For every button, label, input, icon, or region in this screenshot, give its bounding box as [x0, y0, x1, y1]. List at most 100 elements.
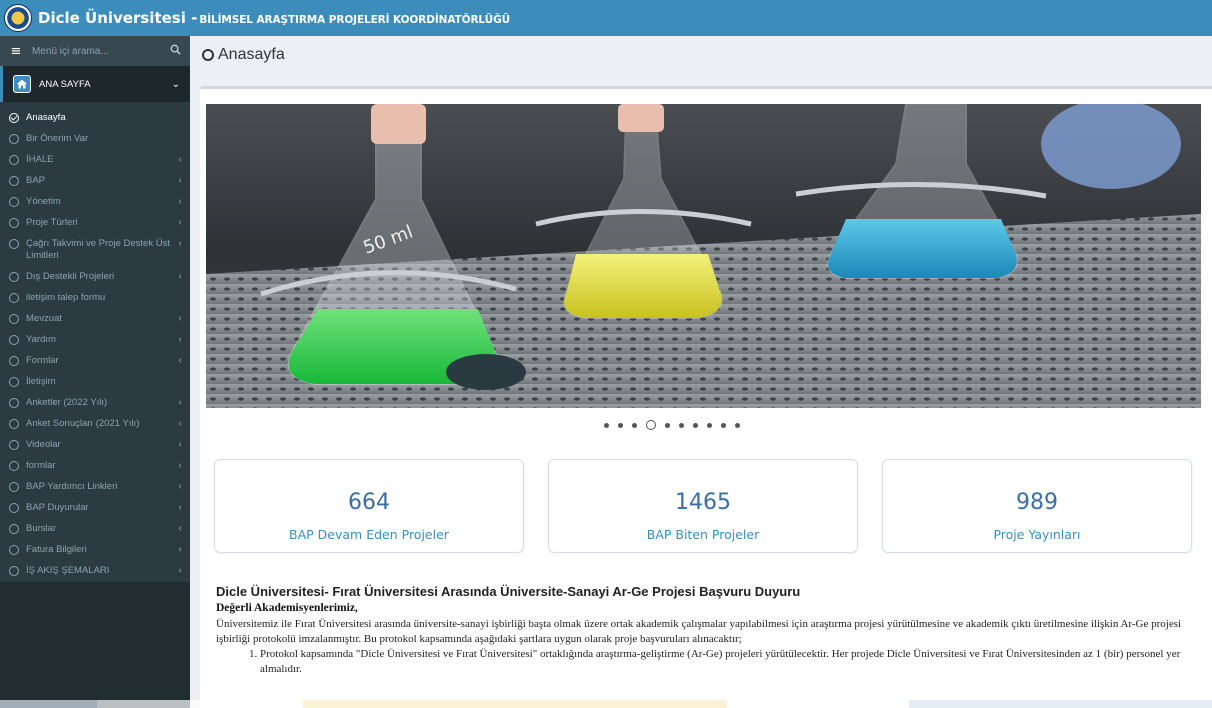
carousel-dot[interactable] [665, 422, 670, 428]
circle-icon [9, 377, 19, 387]
sidebar-item-proje-turleri[interactable]: Proje Türleri ‹ [0, 213, 190, 234]
sidebar-item-label: BAP Yardımcı Linkleri [26, 481, 118, 492]
circle-icon [9, 134, 19, 144]
sidebar-menu: Anasayfa Bir Önerim Var İHALE ‹ BAP ‹ Yöne… [0, 102, 190, 582]
sidebar-item-label: Anasayfa [26, 112, 66, 123]
sidebar-item-anasayfa[interactable]: Anasayfa [0, 108, 190, 129]
circle-icon [9, 482, 19, 492]
sidebar-item-label: Anketler (2022 Yılı) [26, 397, 108, 408]
announcement-greeting: Değerli Akademisyenlerimiz, [216, 602, 358, 614]
sidebar-item-cagri-takvimi[interactable]: Çağrı Takvimi ve Proje Destek Üst Limitl… [0, 234, 190, 267]
brand-sub: BİLİMSEL ARAŞTIRMA PROJELERİ KOORDİNATÖR… [199, 14, 511, 26]
lab-flasks-image: 50 ml [206, 104, 1201, 408]
sidebar-item-label: Dış Destekli Projeleri [26, 271, 115, 282]
sidebar-item-label: Yardım [26, 334, 56, 345]
sidebar-item-label: Burslar [26, 523, 57, 534]
page-title-text: Anasayfa [218, 46, 285, 63]
sidebar-item-formlar-2[interactable]: formlar ‹ [0, 456, 190, 477]
sidebar-item-label: iletişim talep formu [26, 292, 106, 303]
sidebar-item-bap[interactable]: BAP ‹ [0, 171, 190, 192]
stat-label: Proje Yayınları [993, 527, 1081, 542]
university-logo-icon[interactable] [4, 4, 32, 32]
chevron-left-icon: ‹ [178, 523, 182, 534]
chevron-left-icon: ‹ [178, 397, 182, 408]
chevron-left-icon: ‹ [178, 271, 182, 282]
carousel-dot[interactable] [721, 422, 726, 428]
sidebar-item-label: İHALE [26, 154, 54, 165]
chevron-left-icon: ‹ [178, 565, 182, 576]
sidebar-item-is-akis-semalari[interactable]: İŞ AKIŞ ŞEMALARI ‹ [0, 561, 190, 582]
stat-label: BAP Devam Eden Projeler [289, 527, 449, 542]
sidebar-section-ana-sayfa[interactable]: ANA SAYFA ⌄ [0, 66, 190, 102]
chevron-left-icon: ‹ [178, 313, 182, 324]
top-header: Dicle Üniversitesi - BİLİMSEL ARAŞTIRMA … [0, 0, 1212, 36]
menu-search-input[interactable] [28, 45, 164, 57]
carousel-dot[interactable] [693, 422, 698, 428]
circle-icon [9, 218, 19, 228]
main-content: Anasayfa 50 ml 664 BAP Devam Eden Projel… [190, 36, 1212, 708]
chevron-left-icon: ‹ [178, 154, 182, 165]
stat-ongoing-projects[interactable]: 664 BAP Devam Eden Projeler [214, 459, 524, 553]
circle-icon [9, 524, 19, 534]
sidebar-item-dis-destekli[interactable]: Dış Destekli Projeleri ‹ [0, 267, 190, 288]
announcement-list-item: Protokol kapsamında "Dicle Üniversitesi … [260, 647, 1206, 677]
sidebar-item-yonetim[interactable]: Yönetim ‹ [0, 192, 190, 213]
sidebar-item-anket-sonuclari-2021[interactable]: Anket Sonuçları (2021 Yılı) ‹ [0, 414, 190, 435]
stat-label: BAP Biten Projeler [646, 527, 760, 542]
carousel-dot[interactable] [632, 422, 637, 428]
circle-icon [9, 293, 19, 303]
search-icon[interactable] [164, 44, 186, 58]
sidebar-item-label: Videolar [26, 439, 61, 450]
sidebar-item-fatura-bilgileri[interactable]: Fatura Bilgileri ‹ [0, 540, 190, 561]
sidebar-item-label: Mevzuat [26, 313, 62, 324]
chevron-down-icon: ⌄ [171, 78, 180, 90]
circle-icon [9, 440, 19, 450]
sidebar-item-iletisim-talep[interactable]: iletişim talep formu [0, 288, 190, 309]
sidebar-item-videolar[interactable]: Videolar ‹ [0, 435, 190, 456]
circle-icon [9, 503, 19, 513]
sidebar-item-ihale[interactable]: İHALE ‹ [0, 150, 190, 171]
sidebar-item-mevzuat[interactable]: Mevzuat ‹ [0, 309, 190, 330]
sidebar-item-label: Yönetim [26, 196, 61, 207]
carousel-dot[interactable] [707, 422, 712, 428]
sidebar-item-formlar[interactable]: Formlar ‹ [0, 351, 190, 372]
sidebar-item-bir-onerim-var[interactable]: Bir Önerim Var [0, 129, 190, 150]
chevron-left-icon: ‹ [178, 196, 182, 207]
sidebar: ≡ ANA SAYFA ⌄ Anasayfa Bir Önerim Var İH… [0, 36, 190, 708]
sidebar-item-bap-duyurular[interactable]: BAP Duyurular ‹ [0, 498, 190, 519]
sidebar-item-label: formlar [26, 460, 56, 471]
hamburger-menu-icon[interactable]: ≡ [4, 44, 28, 59]
site-brand[interactable]: Dicle Üniversitesi - BİLİMSEL ARAŞTIRMA … [38, 9, 510, 27]
stat-completed-projects[interactable]: 1465 BAP Biten Projeler [548, 459, 858, 553]
sidebar-item-bap-yardimci-linkleri[interactable]: BAP Yardımcı Linkleri ‹ [0, 477, 190, 498]
sidebar-item-label: İŞ AKIŞ ŞEMALARI [26, 565, 110, 576]
chevron-left-icon: ‹ [178, 334, 182, 345]
sidebar-item-yardim[interactable]: Yardım ‹ [0, 330, 190, 351]
carousel-dot-active[interactable] [646, 420, 656, 430]
sidebar-item-anketler-2022[interactable]: Anketler (2022 Yılı) ‹ [0, 393, 190, 414]
carousel-dot[interactable] [618, 422, 623, 428]
sidebar-item-iletisim[interactable]: İletişim [0, 372, 190, 393]
chevron-left-icon: ‹ [178, 175, 182, 186]
sidebar-item-label: Çağrı Takvimi ve Proje Destek Üst Limitl… [26, 238, 170, 261]
sidebar-item-burslar[interactable]: Burslar ‹ [0, 519, 190, 540]
sidebar-item-label: Proje Türleri [26, 217, 78, 228]
check-circle-icon [9, 113, 19, 123]
circle-icon [9, 545, 19, 555]
stat-publications[interactable]: 989 Proje Yayınları [882, 459, 1192, 553]
chevron-left-icon: ‹ [178, 481, 182, 492]
circle-icon [9, 272, 19, 282]
carousel-dot[interactable] [604, 422, 609, 428]
page-title: Anasayfa [202, 46, 285, 64]
sidebar-item-label: BAP [26, 175, 46, 186]
image-carousel[interactable]: 50 ml [206, 104, 1201, 408]
chevron-left-icon: ‹ [178, 238, 182, 249]
circle-icon [9, 419, 19, 429]
announcement-title[interactable]: Dicle Üniversitesi- Fırat Üniversitesi A… [216, 584, 1206, 599]
circle-icon [9, 461, 19, 471]
chevron-left-icon: ‹ [178, 217, 182, 228]
circle-icon [9, 335, 19, 345]
carousel-dot[interactable] [679, 422, 684, 428]
carousel-dot[interactable] [735, 422, 740, 428]
chevron-left-icon: ‹ [178, 418, 182, 429]
